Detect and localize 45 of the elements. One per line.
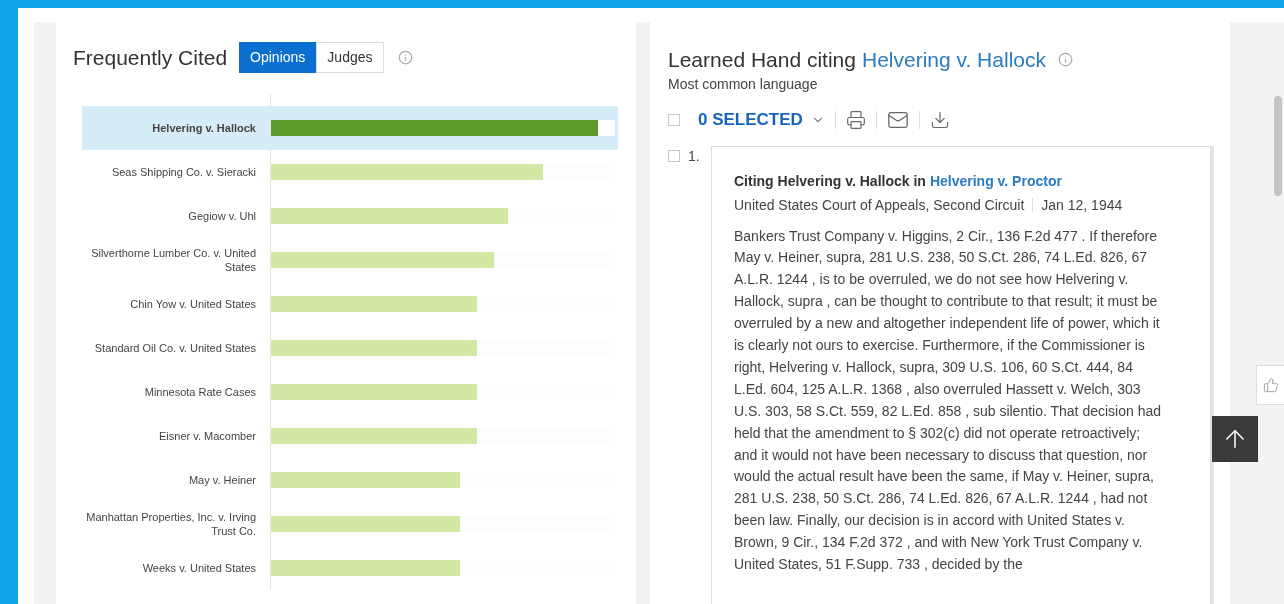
bar-label: Seas Shipping Co. v. Sieracki [110, 164, 256, 179]
select-all-checkbox[interactable] [668, 113, 680, 126]
thumbs-up-icon [1263, 377, 1279, 393]
info-icon[interactable] [1058, 52, 1073, 68]
excerpt-text: Bankers Trust Company v. Higgins, 2 Cir., 136 F.2d 477 . If therefore May v. Heiner, supra, 281 U.S. 238, 50 S.Ct. 286, 74 L.Ed. 826, 67 A.L.R. 1244 , is to be overruled, we do not see how Helvering v. Hallock, supra , can be thought to contribute to that result; it must be overruled by a new and altogether independent life of power, which it is clearly not ours to exercise. Furthermore, if the Commissioner is right, Helvering v. Hallock, supra, 309 U.S. 106, 60 S.Ct. 444, 84 L.Ed. 604, 125 A.L.R. 1368 , also overruled Hassett v. Welch, 303 U.S. 303, 58 S.Ct. 559, 82 L.Ed. 858 , sub silentio. That decision had held that the amendment to § 302(c) did not operate retroactively; and it would not have been necessary to discuss that question, nor would the actual result have been the same, if May v. Heiner, supra, 281 U.S. 238, 50 S.Ct. 286, 74 L.Ed. 826, 67 A.L.R. 1244 , had not been law. Finally, our decision is in accord with United States v. Brown, 9 Cir., 134 F.2d 372 , and with New York Trust Company v. United States, 51 F.Supp. 733 , decided by the [734, 226, 1162, 575]
bar[interactable] [270, 339, 477, 356]
bar-label: Manhattan Properties, Inc. v. Irving Trust Co. [85, 509, 256, 538]
bar-label: Gegiow v. Uhl [187, 208, 256, 223]
bar[interactable] [270, 559, 460, 576]
bar-label: May v. Heiner [187, 472, 256, 487]
bar[interactable] [270, 383, 477, 400]
bar-label: Minnesota Rate Cases [143, 384, 256, 399]
bar-label: Helvering v. Hallock [151, 120, 256, 135]
case-link[interactable]: Helvering v. Hallock [861, 44, 1046, 76]
back-to-top-button[interactable] [1212, 416, 1258, 462]
bar[interactable] [270, 471, 460, 488]
case-link[interactable]: Helvering v. Proctor [929, 170, 1062, 192]
tab[interactable]: Opinions [239, 42, 317, 74]
result-checkbox[interactable] [668, 149, 680, 162]
result-heading: Citing Helvering v. Hallock in [734, 171, 926, 191]
bar-label: Silverthorne Lumber Co. v. United States [90, 245, 256, 274]
bar-label: Eisner v. Macomber [158, 428, 256, 443]
subtitle: Most common language [668, 75, 819, 92]
download-icon[interactable] [929, 109, 950, 130]
court-name: United States Court of Appeals, Second Circuit [734, 195, 1025, 215]
tab[interactable]: Judges [316, 42, 384, 74]
bar-label: Weeks v. United States [141, 560, 256, 575]
bar[interactable] [270, 427, 477, 444]
bar[interactable] [270, 515, 460, 532]
decision-date: Jan 12, 1944 [1041, 195, 1123, 215]
bar[interactable] [270, 163, 543, 180]
panel-title: Frequently Cited [73, 45, 228, 71]
selected-dropdown[interactable]: 0 SELECTED [698, 106, 825, 133]
info-icon[interactable] [397, 50, 413, 66]
scrollbar[interactable] [1274, 96, 1282, 196]
highlighted-row[interactable]: Helvering v. Hallock [82, 105, 618, 150]
panel-title: Learned Hand citing [668, 47, 856, 73]
bar[interactable] [270, 295, 477, 312]
bar-label: Standard Oil Co. v. United States [93, 340, 256, 355]
feedback-button[interactable] [1256, 365, 1284, 405]
bar-label: Chin Yow v. United States [129, 296, 256, 311]
bar[interactable] [270, 207, 509, 224]
bar[interactable] [270, 251, 495, 268]
print-icon[interactable] [845, 109, 866, 130]
result-number: 1. [688, 149, 700, 162]
